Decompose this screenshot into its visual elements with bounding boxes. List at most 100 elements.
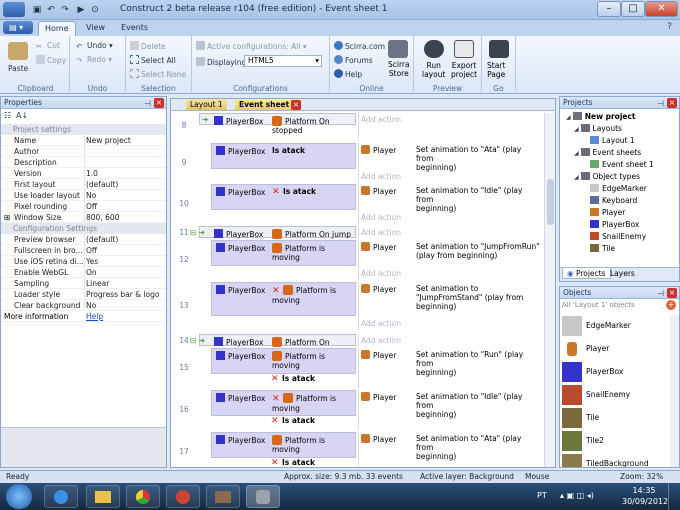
scrollbar-thumb[interactable] <box>547 179 554 225</box>
copy-button[interactable]: Copy <box>36 55 66 65</box>
select-all-button[interactable]: Select All <box>130 55 176 65</box>
event-condition-block[interactable]: PlayerBox ✕ Platform is moving <box>211 282 356 316</box>
run-layout-button[interactable]: Run layout <box>422 61 445 79</box>
property-row[interactable]: Author <box>1 146 166 157</box>
add-action-link[interactable]: Add action <box>361 115 401 124</box>
start-button[interactable] <box>6 484 32 509</box>
redo-button[interactable]: ↷ Redo ▾ <box>76 55 112 65</box>
store-button[interactable]: Scirra Store <box>388 60 410 78</box>
chrome-icon[interactable] <box>126 485 160 508</box>
event-condition-block[interactable]: ➜ PlayerBox Platform On stopped <box>199 113 356 135</box>
add-object-icon[interactable]: + <box>666 300 676 310</box>
property-row[interactable]: Pixel rounding Off <box>1 201 166 212</box>
condition-text[interactable]: Platform is moving <box>272 435 325 454</box>
clock-time[interactable]: 14:35 <box>627 486 661 495</box>
export-project-button[interactable]: Export project <box>451 61 477 79</box>
tab-view[interactable]: View <box>80 21 111 36</box>
property-section[interactable]: Project settings <box>1 124 166 135</box>
object-item[interactable]: SnailEnemy <box>562 384 670 406</box>
property-row[interactable]: Version 1.0 <box>1 168 166 179</box>
project-tree-item[interactable]: Player <box>590 207 625 219</box>
event-row[interactable]: 17 PlayerBox Platform is moving ✕ Is atack Pl… <box>171 432 543 467</box>
tab-projects[interactable]: ◉ Projects <box>562 268 611 279</box>
event-row[interactable]: 9 PlayerBox Is atack Player Set animation to… <box>171 143 543 183</box>
active-configurations[interactable]: Active configurations: All ▾ <box>196 41 307 51</box>
condition-object[interactable]: PlayerBox <box>216 187 265 197</box>
save-icon[interactable]: ▣ <box>30 3 44 17</box>
action-text[interactable]: Set animation to "Idle" (play from begin… <box>416 392 541 419</box>
action-object[interactable]: Player <box>361 145 396 155</box>
forums-link[interactable]: Forums <box>334 55 373 65</box>
trigger-arrow-icon[interactable]: ➜ <box>202 115 208 124</box>
action-text[interactable]: Set animation to "Idle" (play from begin… <box>416 186 541 213</box>
pin-icon[interactable]: ⊣ <box>657 288 664 300</box>
condition-text[interactable]: Platform On jump <box>272 229 351 239</box>
property-value[interactable]: 800, 600 <box>86 212 119 223</box>
object-item[interactable]: TiledBackground <box>562 453 670 467</box>
help-link[interactable]: Help <box>334 69 362 79</box>
event-row[interactable]: 14⊟ ➜PlayerBoxPlatform On landedAdd acti… <box>171 334 543 356</box>
clock-date[interactable]: 30/09/2012 <box>622 497 668 506</box>
close-button[interactable]: ✕ <box>645 1 678 17</box>
add-action-link[interactable]: Add action <box>361 319 401 328</box>
property-row[interactable]: Use loader layout No <box>1 190 166 201</box>
condition-object[interactable]: PlayerBox <box>214 229 263 239</box>
objects-scrollbar[interactable] <box>670 315 679 467</box>
condition-text[interactable]: ✕ Is atack <box>272 187 316 197</box>
add-action-link[interactable]: Add action <box>361 172 401 181</box>
event-condition-block[interactable]: PlayerBox Platform is moving <box>211 240 356 266</box>
tab-layout-1[interactable]: Layout 1 <box>186 99 227 110</box>
redo-icon[interactable]: ↷ <box>58 3 72 17</box>
condition-object[interactable]: PlayerBox <box>216 351 265 361</box>
language-indicator[interactable]: PT <box>537 491 547 500</box>
project-tree-item[interactable]: PlayerBox <box>590 219 639 231</box>
action-text[interactable]: Set animation to "JumpFromRun" (play fro… <box>416 242 541 260</box>
property-section[interactable]: Configuration Settings <box>1 223 166 234</box>
object-item[interactable]: Tile2 <box>562 430 670 452</box>
property-value[interactable]: Off <box>86 245 97 256</box>
object-item[interactable]: Player <box>562 338 670 360</box>
close-icon[interactable]: × <box>667 288 677 298</box>
event-condition-block[interactable]: PlayerBox ✕ Platform is moving <box>211 390 356 416</box>
trigger-arrow-icon[interactable]: ⊟ ➜ <box>190 336 205 345</box>
expand-icon[interactable]: ⊞ <box>4 212 10 223</box>
tab-home[interactable]: Home <box>38 21 76 36</box>
objects-filter[interactable]: All 'Layout 1' objects <box>562 301 635 309</box>
property-value[interactable]: No <box>86 190 96 201</box>
condition-text[interactable]: Is atack <box>272 146 305 155</box>
property-value[interactable]: No <box>86 300 96 311</box>
app-menu-icon[interactable] <box>3 2 25 17</box>
property-row[interactable]: Sampling Linear <box>1 278 166 289</box>
condition-object[interactable]: PlayerBox <box>216 285 265 295</box>
undo-icon[interactable]: ↶ <box>44 3 58 17</box>
property-value[interactable]: Linear <box>86 278 109 289</box>
event-row[interactable]: 10 PlayerBox ✕ Is atack Player Set animation … <box>171 184 543 224</box>
event-row[interactable]: 12 PlayerBox Platform is moving Player Set a… <box>171 240 543 280</box>
event-row[interactable]: 15 PlayerBox Platform is moving ✕ Is atack Pl… <box>171 348 543 388</box>
property-value[interactable]: New project <box>86 135 131 146</box>
property-value[interactable]: Yes <box>86 256 98 267</box>
condition-text[interactable]: ✕ Platform is moving <box>272 393 336 413</box>
action-object[interactable]: Player <box>361 434 396 444</box>
pin-icon[interactable]: ⊣ <box>144 98 151 110</box>
object-item[interactable]: Tile <box>562 407 670 429</box>
add-action-link[interactable]: Add action <box>361 336 401 345</box>
event-row[interactable]: 13 PlayerBox ✕ Platform is moving Player Set … <box>171 282 543 330</box>
property-row[interactable]: First layout (default) <box>1 179 166 190</box>
action-object[interactable]: Player <box>361 284 396 294</box>
action-text[interactable]: Set animation to "Ata" (play from beginn… <box>416 434 541 461</box>
play-icon[interactable]: ▶ <box>74 3 88 17</box>
project-tree-item[interactable]: Tile <box>590 243 615 255</box>
scirra-link[interactable]: Scirra.com <box>334 41 385 51</box>
property-row[interactable]: Clear background No <box>1 300 166 311</box>
add-action-link[interactable]: Add action <box>361 228 401 237</box>
condition-object[interactable]: PlayerBox <box>216 393 265 403</box>
expand-arrow-icon[interactable]: ◢ <box>566 114 573 121</box>
condition-text[interactable]: Platform On stopped <box>272 116 330 135</box>
debug-icon[interactable]: ⊙ <box>88 3 102 17</box>
property-value[interactable]: (default) <box>86 179 118 190</box>
sheet-scrollbar[interactable] <box>544 113 555 467</box>
media-icon[interactable] <box>166 485 200 508</box>
object-item[interactable]: EdgeMarker <box>562 315 670 337</box>
paste-button[interactable]: Paste <box>8 64 28 73</box>
